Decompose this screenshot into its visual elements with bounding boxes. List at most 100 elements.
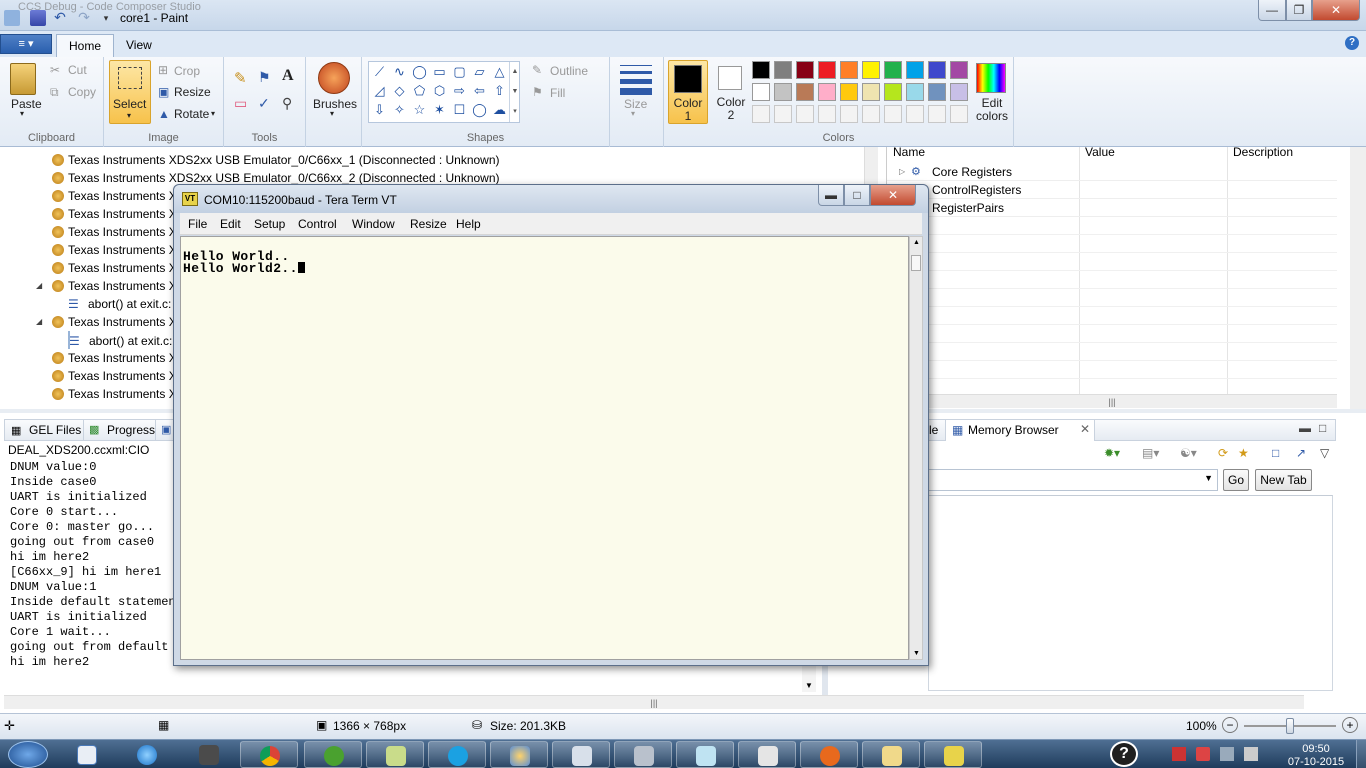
tab-partial[interactable]: le <box>929 423 938 437</box>
taskbar-utorrent[interactable] <box>304 741 362 768</box>
crop-button[interactable]: Crop <box>174 64 200 78</box>
register-group-row[interactable]: ▷ ⚙ Core Registers <box>887 163 1337 181</box>
rotate-button[interactable]: Rotate <box>174 107 209 121</box>
custom-color-slot[interactable] <box>840 105 858 123</box>
palette-color-swatch[interactable] <box>928 83 946 101</box>
menu-file[interactable]: File <box>188 217 207 231</box>
custom-color-slot[interactable] <box>950 105 968 123</box>
palette-color-swatch[interactable] <box>862 83 880 101</box>
eraser-icon[interactable]: ▭ <box>234 95 247 112</box>
tray-icon-1[interactable] <box>1172 747 1186 761</box>
paste-dropdown-icon[interactable]: ▾ <box>20 109 24 118</box>
taskbar-ccs[interactable] <box>738 741 796 768</box>
menu-resize[interactable]: Resize <box>410 217 447 231</box>
custom-color-slot[interactable] <box>906 105 924 123</box>
custom-color-slot[interactable] <box>818 105 836 123</box>
diamond-shape-icon[interactable]: ◇ <box>391 83 408 98</box>
color2-button[interactable]: Color 2 <box>712 60 750 124</box>
clock-time[interactable]: 09:50 <box>1286 743 1346 755</box>
rotate-dropdown-icon[interactable]: ▾ <box>211 109 215 118</box>
hexagon-shape-icon[interactable]: ⬡ <box>431 83 448 98</box>
registers-hscrollbar[interactable]: ||| <box>887 394 1337 408</box>
triangle-shape-icon[interactable]: △ <box>491 64 508 79</box>
restore-button[interactable]: ❐ <box>1286 0 1312 21</box>
text-tool-icon[interactable]: A <box>282 67 294 85</box>
size-button[interactable]: Size <box>624 97 647 111</box>
tab-gel-files[interactable]: GEL Files <box>29 423 81 437</box>
taskbar-chrome[interactable] <box>240 741 298 768</box>
polygon-shape-icon[interactable]: ▱ <box>471 64 488 79</box>
view-menu-icon[interactable]: ▽ <box>1320 446 1329 460</box>
paint-menu-button[interactable]: ≡ ▾ <box>0 34 52 54</box>
start-button[interactable] <box>8 741 48 768</box>
palette-color-swatch[interactable] <box>906 61 924 79</box>
size-dropdown-icon[interactable]: ▾ <box>631 109 635 118</box>
taskbar-paint[interactable] <box>490 741 548 768</box>
registers-vscrollbar[interactable] <box>1350 147 1366 409</box>
menu-control[interactable]: Control <box>298 217 337 231</box>
oval-callout-shape-icon[interactable]: ◯ <box>471 102 488 117</box>
scroll-thumb[interactable] <box>911 255 921 271</box>
menu-window[interactable]: Window <box>352 217 395 231</box>
stack-frame-item[interactable]: ☰ abort() at exit.c: <box>68 331 172 349</box>
taskbar-teraterm[interactable] <box>924 741 982 768</box>
palette-color-swatch[interactable] <box>774 61 792 79</box>
register-group-row[interactable]: ▷⚙ControlRegisters <box>887 181 1337 199</box>
palette-color-swatch[interactable] <box>950 83 968 101</box>
custom-color-slot[interactable] <box>928 105 946 123</box>
rounded-callout-shape-icon[interactable]: ☐ <box>451 102 468 117</box>
memory-address-input[interactable]: ▼ <box>928 469 1218 491</box>
down-arrow-shape-icon[interactable]: ⇩ <box>371 102 388 117</box>
up-arrow-shape-icon[interactable]: ⇧ <box>491 83 508 98</box>
expand-icon[interactable]: ◢ <box>36 277 42 295</box>
redo-icon[interactable]: ↷ <box>76 10 92 26</box>
taskbar-files[interactable] <box>366 741 424 768</box>
custom-color-slot[interactable] <box>884 105 902 123</box>
paste-button[interactable]: Paste <box>11 97 42 111</box>
rounded-rectangle-shape-icon[interactable]: ▢ <box>451 64 468 79</box>
taskbar-explorer[interactable] <box>862 741 920 768</box>
memory-link-icon[interactable]: ⟳ <box>1218 446 1228 460</box>
registers-col-name[interactable]: Name <box>893 141 925 163</box>
six-point-star-shape-icon[interactable]: ✶ <box>431 102 448 117</box>
oval-shape-icon[interactable]: ◯ <box>411 64 428 79</box>
go-button[interactable]: Go <box>1223 469 1249 491</box>
expand-icon[interactable]: ▷ <box>899 163 905 181</box>
palette-color-swatch[interactable] <box>752 61 770 79</box>
fill-bucket-icon[interactable]: ⚑ <box>258 69 271 86</box>
palette-color-swatch[interactable] <box>950 61 968 79</box>
palette-color-swatch[interactable] <box>906 83 924 101</box>
color-picker-icon[interactable]: ✓ <box>258 95 270 112</box>
palette-color-swatch[interactable] <box>774 83 792 101</box>
taskbar-security[interactable] <box>180 741 238 768</box>
outline-button[interactable]: Outline <box>550 64 588 78</box>
taskbar-virtualbox[interactable] <box>614 741 672 768</box>
tab-home[interactable]: Home <box>56 34 115 57</box>
custom-color-slot[interactable] <box>774 105 792 123</box>
memory-sync-icon[interactable]: ★ <box>1238 446 1249 460</box>
teraterm-minimize-button[interactable]: ▬ <box>818 185 844 206</box>
tray-icon-2[interactable] <box>1196 747 1210 761</box>
curve-shape-icon[interactable]: ∿ <box>391 64 408 79</box>
palette-color-swatch[interactable] <box>884 83 902 101</box>
memory-refresh-icon[interactable]: ☯▾ <box>1180 446 1197 460</box>
memory-format-icon[interactable]: ▤▾ <box>1142 446 1159 460</box>
brushes-dropdown-icon[interactable]: ▾ <box>330 109 334 118</box>
fill-button[interactable]: Fill <box>550 86 565 100</box>
edit-colors-button[interactable]: Edit colors <box>970 97 1014 123</box>
select-button[interactable]: Select ▾ <box>109 60 151 124</box>
memory-browser-close-icon[interactable]: ✕ <box>1080 422 1090 436</box>
help-icon[interactable]: ? <box>1345 36 1359 50</box>
memory-pin-icon[interactable]: ↗ <box>1296 446 1306 460</box>
menu-setup[interactable]: Setup <box>254 217 285 231</box>
zoom-slider-thumb[interactable] <box>1286 718 1294 734</box>
taskbar-calculator[interactable] <box>552 741 610 768</box>
pencil-icon[interactable]: ✎ <box>234 69 247 87</box>
scroll-up-icon[interactable]: ▲ <box>913 239 920 246</box>
terminal-scrollbar[interactable]: ▲ ▼ <box>909 236 923 660</box>
expand-icon[interactable]: ◢ <box>36 313 42 331</box>
line-shape-icon[interactable]: ⟋ <box>371 64 388 79</box>
volume-icon[interactable] <box>1244 747 1258 761</box>
palette-color-swatch[interactable] <box>840 61 858 79</box>
clock-date[interactable]: 07-10-2015 <box>1286 756 1346 768</box>
